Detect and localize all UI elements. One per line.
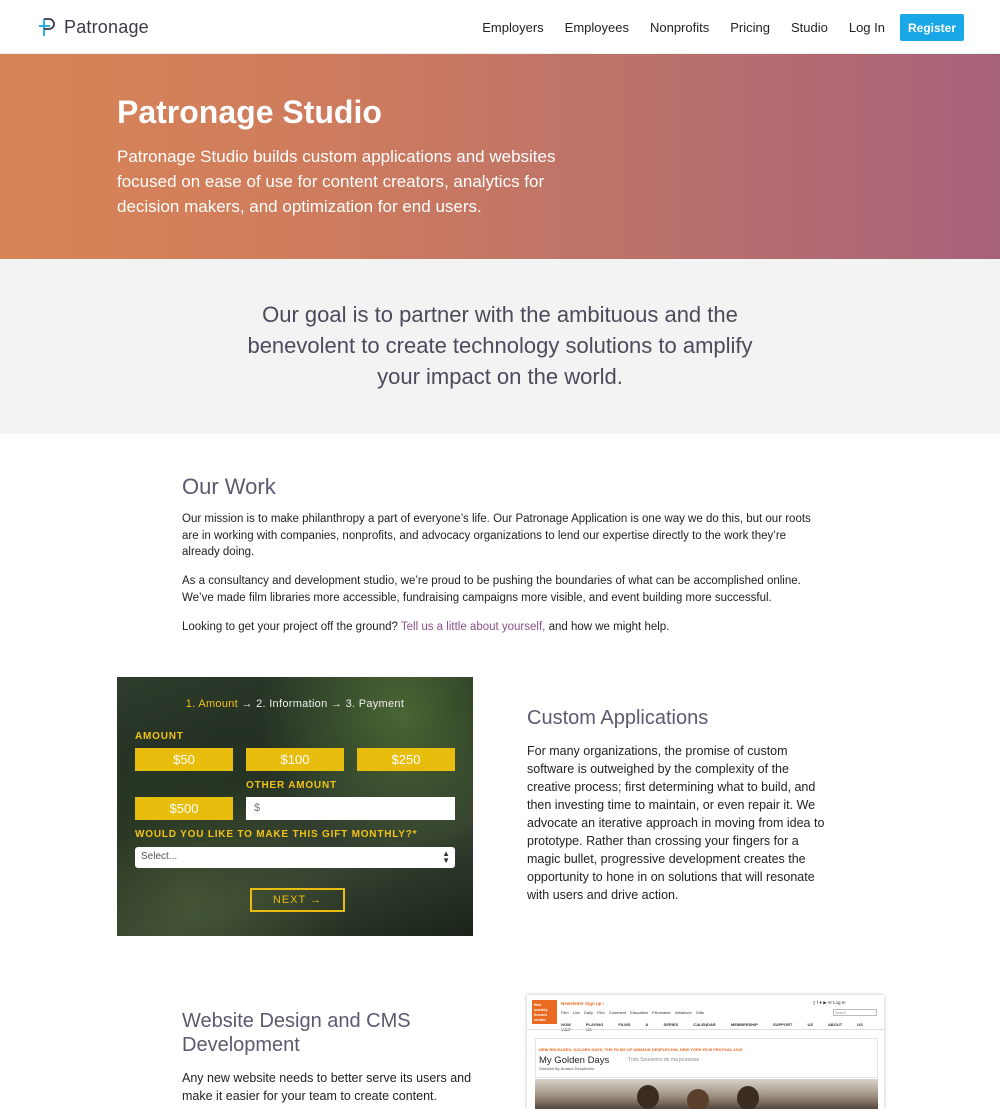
top-nav: Patronage Employers Employees Nonprofits… xyxy=(0,0,1000,54)
film-society-preview: film society lincoln center Newsletter S… xyxy=(527,995,884,1109)
website-design-heading: Website Design and CMS Development xyxy=(182,1010,411,1056)
our-work-paragraph-2: As a consultancy and development studio,… xyxy=(182,575,801,604)
amount-500-button[interactable]: $500 xyxy=(135,797,233,820)
hero-title: Patronage Studio xyxy=(117,94,382,130)
fs-sublinks: Film Linc Daily Film Comment Education F… xyxy=(561,1010,704,1015)
nav-link-pricing[interactable]: Pricing xyxy=(730,20,770,35)
amount-250-button[interactable]: $250 xyxy=(357,748,455,771)
other-amount-input[interactable]: $ xyxy=(246,797,455,820)
nav-links: Employers Employees Nonprofits Pricing S… xyxy=(482,0,885,54)
fs-main-nav: NOW PLAYING FILMS & SERIES CALENDAR MEMB… xyxy=(561,1022,863,1032)
fs-newsletter-signup: Newsletter Sign up › xyxy=(561,1001,605,1006)
custom-applications-text: For many organizations, the promise of c… xyxy=(527,744,825,902)
our-work-paragraph-3: Looking to get your project off the grou… xyxy=(182,619,822,636)
our-work-heading: Our Work xyxy=(182,474,276,499)
fs-feature-subtitle: · Trois Souvenirs de ma jeunesse xyxy=(625,1057,700,1063)
next-button[interactable]: NEXT → xyxy=(250,888,345,912)
fs-feature-headline: My Golden Days xyxy=(539,1055,610,1066)
tell-us-link[interactable]: Tell us a little about yourself, xyxy=(401,621,545,633)
register-button[interactable]: Register xyxy=(900,14,964,41)
step-payment: 3. Payment xyxy=(345,698,405,710)
donation-form-preview: 1. Amount → 2. Information → 3. Payment … xyxy=(117,677,473,936)
cta-text-before: Looking to get your project off the grou… xyxy=(182,621,398,633)
nav-link-nonprofits[interactable]: Nonprofits xyxy=(650,20,709,35)
amount-label: AMOUNT xyxy=(135,731,184,742)
nav-link-login[interactable]: Log In xyxy=(849,20,885,35)
brand-name: Patronage xyxy=(64,16,149,37)
other-amount-label: OTHER AMOUNT xyxy=(246,780,337,791)
donation-steps: 1. Amount → 2. Information → 3. Payment xyxy=(117,698,473,710)
monthly-gift-select[interactable]: Select... ▲ ▼ xyxy=(135,847,455,868)
hero-banner: Patronage Studio Patronage Studio builds… xyxy=(0,54,1000,259)
nav-link-studio[interactable]: Studio xyxy=(791,20,828,35)
amount-100-button[interactable]: $100 xyxy=(246,748,344,771)
amount-50-button[interactable]: $50 xyxy=(135,748,233,771)
nav-link-employees[interactable]: Employees xyxy=(565,20,629,35)
film-society-logo: film society lincoln center xyxy=(532,1000,557,1024)
website-design-text: Any new website needs to better serve it… xyxy=(182,1071,472,1103)
fs-social-icons: ▯ f ● ▶ ✉ xyxy=(813,1000,833,1005)
our-work-paragraph-1: Our mission is to make philanthropy a pa… xyxy=(182,513,811,558)
step-information: 2. Information xyxy=(256,698,328,710)
fs-divider xyxy=(527,1029,884,1030)
goal-section: Our goal is to partner with the ambituou… xyxy=(0,259,1000,434)
fs-feature-director: Directed By Arnaud Desplechin xyxy=(539,1066,595,1071)
nav-link-employers[interactable]: Employers xyxy=(482,20,543,35)
step-amount: 1. Amount xyxy=(185,698,239,710)
fs-photo-figure xyxy=(687,1089,709,1109)
step-arrow-icon: → xyxy=(330,698,343,710)
fs-photo-figure xyxy=(737,1086,759,1109)
fs-search: Search xyxy=(833,1009,877,1016)
monthly-gift-label: WOULD YOU LIKE TO MAKE THIS GIFT MONTHLY… xyxy=(135,829,418,840)
hero-description: Patronage Studio builds custom applicati… xyxy=(117,147,556,216)
fs-login: Log In xyxy=(832,1000,846,1005)
cta-text-after: and how we might help. xyxy=(548,621,670,633)
step-arrow-icon: → xyxy=(241,698,253,710)
fs-topbar: ▯ f ● ▶ ✉ Log In xyxy=(813,1000,845,1006)
fs-feature-tag: NEW RELEASES, GOLDEN DAYS: THE FILMS OF … xyxy=(539,1047,743,1052)
patronage-logo-icon xyxy=(38,16,58,38)
goal-statement: Our goal is to partner with the ambituou… xyxy=(247,302,753,389)
select-arrows-icon: ▲ ▼ xyxy=(442,849,450,865)
custom-applications-heading: Custom Applications xyxy=(527,707,709,729)
brand-logo[interactable]: Patronage xyxy=(38,12,149,42)
fs-photo-figure xyxy=(637,1085,659,1109)
monthly-gift-select-value: Select... xyxy=(141,851,178,862)
